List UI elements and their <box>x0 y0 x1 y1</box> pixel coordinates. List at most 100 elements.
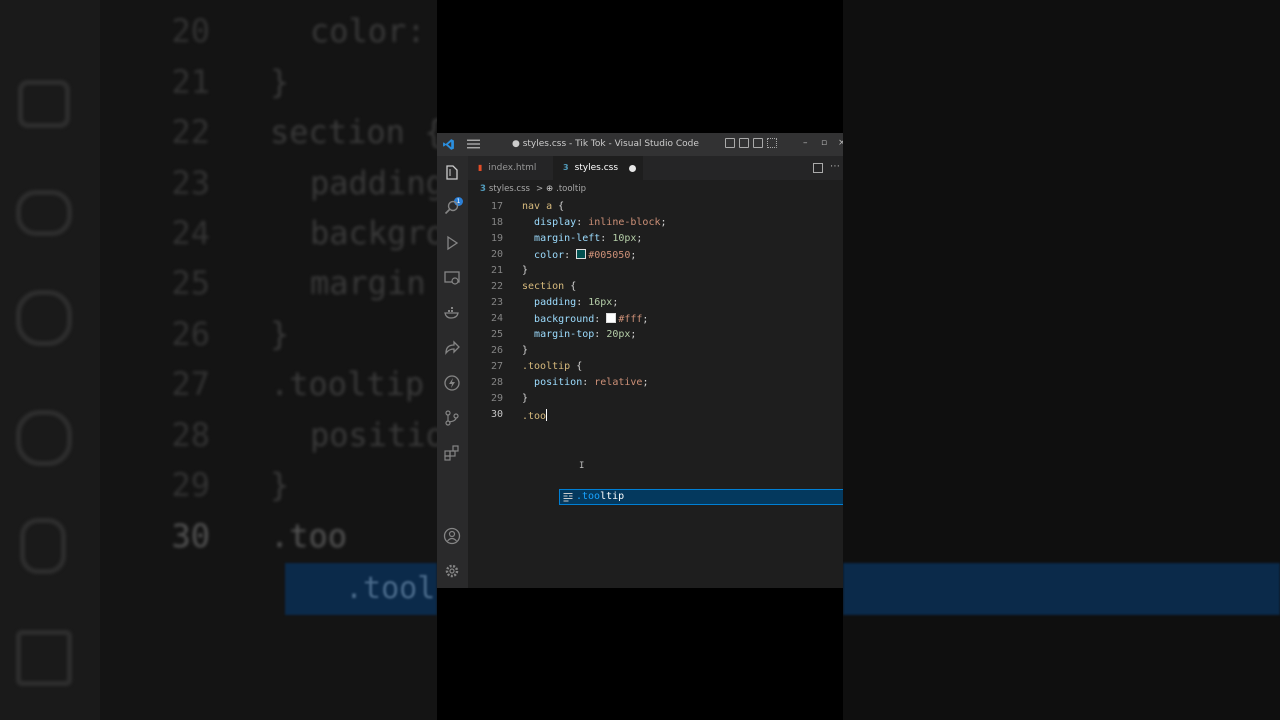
background-suggest-right <box>843 563 1280 615</box>
background-extensions-icon <box>16 630 72 686</box>
code-token: padding: 16px; <box>534 297 619 308</box>
code-token: position: relative; <box>534 377 649 388</box>
window-title: ● styles.css - Tik Tok - Visual Studio C… <box>512 139 699 149</box>
activity-bar: 1 <box>437 156 468 588</box>
background-code-line: } <box>270 63 290 101</box>
title-bar: ● styles.css - Tik Tok - Visual Studio C… <box>437 133 843 156</box>
settings-gear-icon[interactable] <box>443 562 461 580</box>
extensions-icon[interactable] <box>443 444 461 462</box>
text-cursor <box>546 409 548 421</box>
background-line-number: 28 <box>171 416 210 454</box>
code-token: } <box>522 265 529 276</box>
suggestion-rest: ltip <box>600 491 625 502</box>
breadcrumb-symbol[interactable]: ⊕ .tooltip <box>546 180 586 198</box>
code-line: } <box>522 265 528 276</box>
line-number: 28 <box>490 377 503 388</box>
tab-label: index.html <box>488 163 537 173</box>
background-code-line: backgro <box>310 214 437 252</box>
docker-icon[interactable] <box>443 304 461 322</box>
background-zoom-left: 20 21 22 23 24 25 26 27 28 29 30 color: … <box>0 0 437 720</box>
background-zoom-right <box>843 0 1280 720</box>
thunder-client-icon[interactable] <box>443 374 461 392</box>
background-line-number: 25 <box>171 264 210 302</box>
code-token: background: #fff; <box>534 313 649 325</box>
code-line: nav a { <box>522 201 564 212</box>
live-share-icon[interactable] <box>443 339 461 357</box>
line-number: 27 <box>490 361 503 372</box>
background-suggest: .tool <box>285 563 437 615</box>
code-line: display: inline-block; <box>522 217 666 228</box>
breadcrumb-separator: > <box>536 184 544 194</box>
css-file-icon: 3 <box>480 184 486 194</box>
minimize-button[interactable]: – <box>803 138 808 148</box>
code-token: margin-top: 20px; <box>534 329 637 340</box>
css-rule-icon <box>563 493 573 502</box>
run-debug-icon[interactable] <box>443 234 461 252</box>
background-code-line: } <box>270 315 290 353</box>
code-token: } <box>522 393 529 404</box>
editor-tabs: ▮ index.html 3 styles.css ⋯ <box>468 156 843 180</box>
search-icon[interactable] <box>443 199 461 217</box>
line-number-current: 30 <box>490 409 503 420</box>
symbol-icon: ⊕ <box>546 184 554 194</box>
code-line: margin-top: 20px; <box>522 329 636 340</box>
autocomplete-suggestion[interactable]: .tooltip <box>559 489 843 505</box>
background-code-line: padding <box>310 164 437 202</box>
background-suggest-label: .tool <box>345 571 436 606</box>
line-number: 18 <box>490 217 503 228</box>
customize-layout-icon[interactable] <box>767 138 777 148</box>
color-swatch-icon[interactable] <box>606 313 617 323</box>
toggle-secondary-sidebar-icon[interactable] <box>753 138 763 148</box>
remote-explorer-icon[interactable] <box>443 269 461 287</box>
code-line: background: #fff; <box>522 313 648 325</box>
line-number: 26 <box>490 345 503 356</box>
line-number: 25 <box>490 329 503 340</box>
background-line-number: 24 <box>171 214 210 252</box>
close-button[interactable]: × <box>838 138 843 148</box>
toggle-panel-icon[interactable] <box>739 138 749 148</box>
code-line: .tooltip { <box>522 361 582 372</box>
background-line-number: 27 <box>171 365 210 403</box>
line-number: 20 <box>490 249 503 260</box>
tab-index-html[interactable]: ▮ index.html <box>468 156 553 180</box>
line-number: 21 <box>490 265 503 276</box>
color-swatch-icon[interactable] <box>576 249 587 259</box>
tab-label: styles.css <box>574 163 619 173</box>
suggestion-label: .tooltip <box>576 490 624 504</box>
line-number: 24 <box>490 313 503 324</box>
background-code-line: positio <box>310 416 437 454</box>
line-number: 22 <box>490 281 503 292</box>
breadcrumb-symbol-label: .tooltip <box>556 184 587 194</box>
background-code-line: .too <box>270 517 348 555</box>
source-control-icon[interactable] <box>443 409 461 427</box>
split-editor-icon[interactable] <box>813 163 823 173</box>
code-line: position: relative; <box>522 377 648 388</box>
account-icon[interactable] <box>443 527 461 545</box>
suggestion-match: .too <box>576 491 601 502</box>
unsaved-dot-icon[interactable] <box>629 165 636 172</box>
background-code-line: section { <box>270 113 437 151</box>
code-line-current: .too <box>522 409 548 422</box>
background-code-line: .tooltip <box>270 365 425 403</box>
explorer-icon[interactable] <box>443 164 461 182</box>
background-line-number: 22 <box>171 113 210 151</box>
code-editor[interactable]: 17 18 19 20 21 22 23 24 25 26 27 28 29 3… <box>468 198 843 588</box>
menu-icon[interactable] <box>467 138 480 150</box>
vscode-window: ● styles.css - Tik Tok - Visual Studio C… <box>437 133 843 588</box>
breadcrumb-file[interactable]: 3 styles.css <box>480 180 530 198</box>
mouse-ibeam-icon: I <box>579 461 585 471</box>
code-token: margin-left: 10px; <box>534 233 643 244</box>
more-actions-icon[interactable]: ⋯ <box>830 161 840 172</box>
line-number: 17 <box>490 201 503 212</box>
line-number: 19 <box>490 233 503 244</box>
background-line-number: 20 <box>171 12 210 50</box>
line-number: 29 <box>490 393 503 404</box>
code-token: } <box>522 345 529 356</box>
background-line-number: 21 <box>171 63 210 101</box>
vscode-logo-icon <box>443 139 454 150</box>
maximize-button[interactable]: ▫ <box>821 138 827 148</box>
background-code-line: } <box>270 466 290 504</box>
background-code-line: color: <box>310 12 426 50</box>
line-number: 23 <box>490 297 503 308</box>
toggle-sidebar-icon[interactable] <box>725 138 735 148</box>
